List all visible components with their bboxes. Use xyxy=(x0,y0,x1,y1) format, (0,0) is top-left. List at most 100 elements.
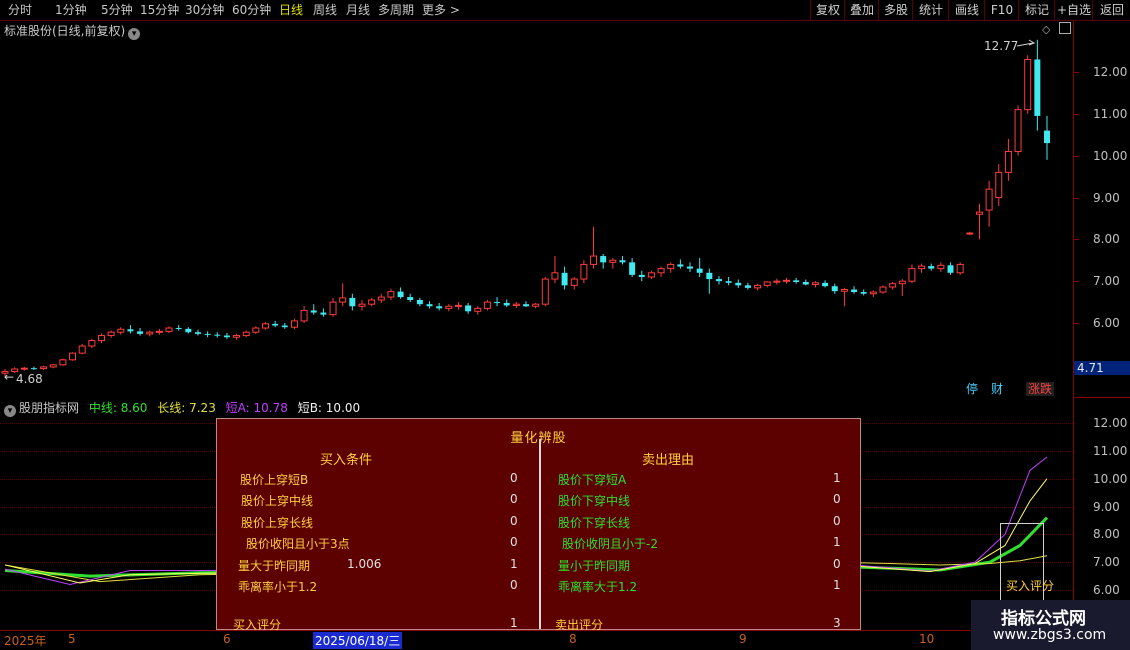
period-tab-monthly[interactable]: 月线 xyxy=(346,2,370,18)
candle xyxy=(773,278,781,285)
candle xyxy=(715,276,722,285)
candle-body xyxy=(956,263,964,274)
candlestick-chart[interactable] xyxy=(0,36,1072,396)
draw-button[interactable]: 画线 xyxy=(948,0,985,20)
candle xyxy=(908,264,916,284)
candle-body xyxy=(831,286,838,292)
candle xyxy=(1014,105,1022,156)
candle-body xyxy=(541,278,549,305)
candle xyxy=(368,297,376,307)
candle xyxy=(811,281,819,288)
period-tab-multi[interactable]: 多周期 xyxy=(378,2,414,18)
period-tab-5min[interactable]: 5分钟 xyxy=(101,2,133,18)
candle-body xyxy=(647,272,655,278)
candle xyxy=(88,338,96,349)
candle-body xyxy=(851,289,858,293)
period-tab-1min[interactable]: 1分钟 xyxy=(55,2,87,18)
candle xyxy=(40,365,48,370)
sell-header: 卖出理由 xyxy=(642,453,695,468)
high-arrow-icon xyxy=(1016,39,1036,47)
candle-body xyxy=(310,310,317,313)
buy-row-label: 股价上穿中线 xyxy=(241,494,314,508)
candle-body xyxy=(802,282,809,285)
mark-button[interactable]: 标记 xyxy=(1018,0,1055,20)
long-line-label: 长线: 7.23 xyxy=(157,401,216,415)
candle-body xyxy=(281,325,288,328)
candle-body xyxy=(252,327,260,333)
candle-body xyxy=(609,259,617,263)
indicator-tick-label: 9.00 xyxy=(1093,499,1120,514)
candle xyxy=(869,290,877,298)
candle xyxy=(840,287,848,307)
candle-body xyxy=(1044,130,1050,144)
high-price-label: 12.77 xyxy=(984,39,1019,53)
candle-body xyxy=(763,281,771,286)
buy-row-label: 股价上穿短B xyxy=(240,473,309,487)
candle-body xyxy=(512,303,520,306)
candle-body xyxy=(272,323,279,326)
sell-row-label: 股价下穿中线 xyxy=(558,494,631,508)
period-tab-daily[interactable]: 日线 xyxy=(279,2,303,18)
candle xyxy=(570,276,578,290)
buy-row-value: 0 xyxy=(510,535,518,549)
overlay-button[interactable]: 叠加 xyxy=(844,0,879,20)
candle xyxy=(851,286,858,294)
add-watchlist-button[interactable]: +自选 xyxy=(1054,0,1093,20)
candle xyxy=(956,262,964,275)
candle-body xyxy=(811,282,819,286)
candle-body xyxy=(474,307,482,312)
last-price-box: 4.71 xyxy=(1074,361,1130,375)
candle xyxy=(580,260,588,284)
price-tick-mark xyxy=(1073,72,1079,73)
candle xyxy=(483,299,491,311)
indicator-title[interactable]: ▾ 股朋指标网 中线: 8.60 长线: 7.23 短A: 10.78 短B: 1… xyxy=(4,399,360,417)
stats-button[interactable]: 统计 xyxy=(912,0,949,20)
period-tab-15min[interactable]: 15分钟 xyxy=(140,2,179,18)
candle xyxy=(329,297,337,317)
candle xyxy=(744,282,751,290)
back-button[interactable]: 返回 xyxy=(1092,0,1130,20)
candle-body xyxy=(127,329,134,332)
watermark: 指标公式网 www.zbgs3.com xyxy=(971,600,1130,650)
period-tab-60min[interactable]: 60分钟 xyxy=(232,2,271,18)
candle xyxy=(165,326,173,334)
candle-body xyxy=(840,289,848,292)
candle xyxy=(551,256,559,284)
period-tab-weekly[interactable]: 周线 xyxy=(313,2,337,18)
candle xyxy=(1024,55,1032,114)
period-tab-more[interactable]: 更多 > xyxy=(422,2,460,18)
panel-divider xyxy=(539,439,541,629)
candle xyxy=(242,330,250,338)
candle xyxy=(706,268,713,294)
price-tick-label: 9.00 xyxy=(1093,190,1120,205)
candle-body xyxy=(107,331,115,337)
candle xyxy=(436,302,443,311)
candle xyxy=(426,301,433,309)
candle-body xyxy=(889,283,897,288)
buy-row-value: 0 xyxy=(510,578,518,592)
period-tab-fenshi[interactable]: 分时 xyxy=(8,2,32,18)
candle-body xyxy=(715,279,722,282)
low-arrow-icon: ← xyxy=(4,370,15,384)
buy-header: 买入条件 xyxy=(320,453,373,468)
date-label: 9 xyxy=(739,632,747,646)
multi-stock-button[interactable]: 多股 xyxy=(878,0,913,20)
diamond-icon[interactable]: ◇ xyxy=(1042,23,1050,36)
candle xyxy=(1044,115,1050,160)
candle xyxy=(146,330,154,337)
candle xyxy=(155,328,163,335)
candle-body xyxy=(947,265,954,273)
f10-button[interactable]: F10 xyxy=(984,0,1019,20)
candle xyxy=(783,277,790,284)
candle xyxy=(629,258,636,277)
sell-row-label: 量小于昨同期 xyxy=(558,559,631,573)
panel-toggle-icon[interactable] xyxy=(1059,22,1071,34)
candle-body xyxy=(387,291,395,298)
candle xyxy=(503,299,510,308)
candle xyxy=(310,304,317,315)
period-tab-30min[interactable]: 30分钟 xyxy=(185,2,224,18)
candle xyxy=(889,282,897,290)
candle-body xyxy=(657,268,665,274)
fuquan-button[interactable]: 复权 xyxy=(810,0,845,20)
candle xyxy=(204,331,211,338)
